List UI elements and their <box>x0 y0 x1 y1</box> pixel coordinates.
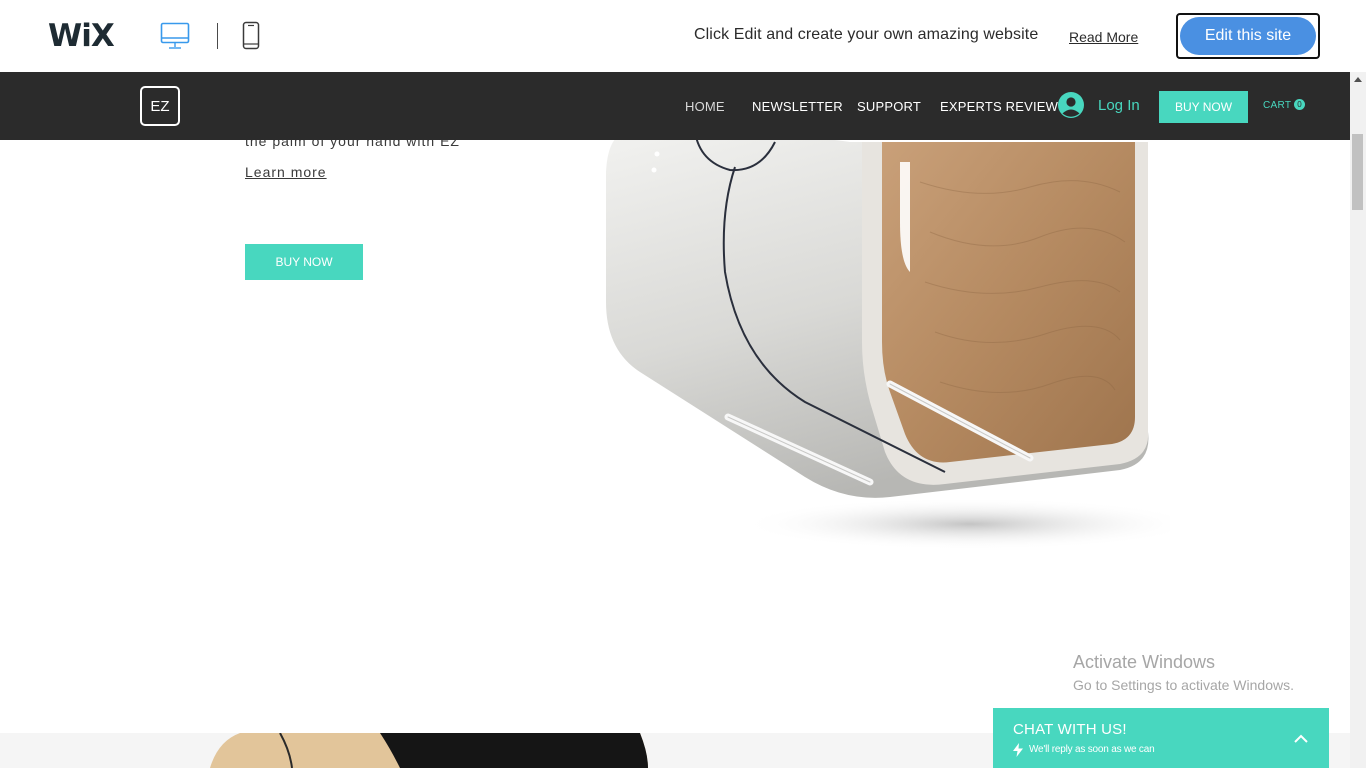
activate-windows-subtitle: Go to Settings to activate Windows. <box>1073 677 1294 693</box>
desktop-icon[interactable] <box>160 21 190 56</box>
nav-buy-now-button[interactable]: BUY NOW <box>1159 91 1248 123</box>
scroll-up-arrow-icon[interactable] <box>1354 77 1362 82</box>
lower-product-image <box>210 733 648 768</box>
nav-experts-reviews[interactable]: EXPERTS REVIEWS <box>940 99 1067 114</box>
edit-site-button[interactable]: Edit this site <box>1180 17 1316 55</box>
wix-logo[interactable]: WiX <box>48 18 115 54</box>
wix-top-bar: WiX Click Edit and create your own amazi… <box>0 0 1366 72</box>
read-more-link[interactable]: Read More <box>1069 29 1138 45</box>
activate-windows-title: Activate Windows <box>1073 652 1216 672</box>
user-avatar-icon[interactable] <box>1057 91 1085 124</box>
promo-text: Click Edit and create your own amazing w… <box>694 26 1039 43</box>
hero-buy-now-button[interactable]: BUY NOW <box>245 244 363 280</box>
scrollbar-thumb[interactable] <box>1352 134 1363 210</box>
cart-link[interactable]: CART <box>1263 100 1291 111</box>
page: WiX Click Edit and create your own amazi… <box>0 0 1366 768</box>
nav-support[interactable]: SUPPORT <box>857 99 921 114</box>
lightning-icon <box>1013 743 1023 762</box>
product-image <box>600 72 1200 572</box>
device-separator <box>217 23 218 49</box>
nav-home[interactable]: HOME <box>685 99 725 114</box>
page-scrollbar[interactable] <box>1350 72 1366 768</box>
mobile-icon[interactable] <box>242 21 260 56</box>
chat-title: CHAT WITH US! <box>1013 721 1127 738</box>
chat-subtitle: We'll reply as soon as we can <box>1029 744 1155 755</box>
ez-logo[interactable]: EZ <box>140 86 180 126</box>
site-nav: EZ HOME NEWSLETTER SUPPORT EXPERTS REVIE… <box>0 72 1350 140</box>
cart-count-badge: 0 <box>1294 99 1305 110</box>
nav-newsletter[interactable]: NEWSLETTER <box>752 99 843 114</box>
chat-widget[interactable]: CHAT WITH US! We'll reply as soon as we … <box>993 708 1329 768</box>
edit-site-button-frame: Edit this site <box>1176 13 1320 59</box>
chevron-up-icon[interactable] <box>1293 731 1309 749</box>
login-link[interactable]: Log In <box>1098 97 1140 114</box>
learn-more-link[interactable]: Learn more <box>245 164 327 180</box>
